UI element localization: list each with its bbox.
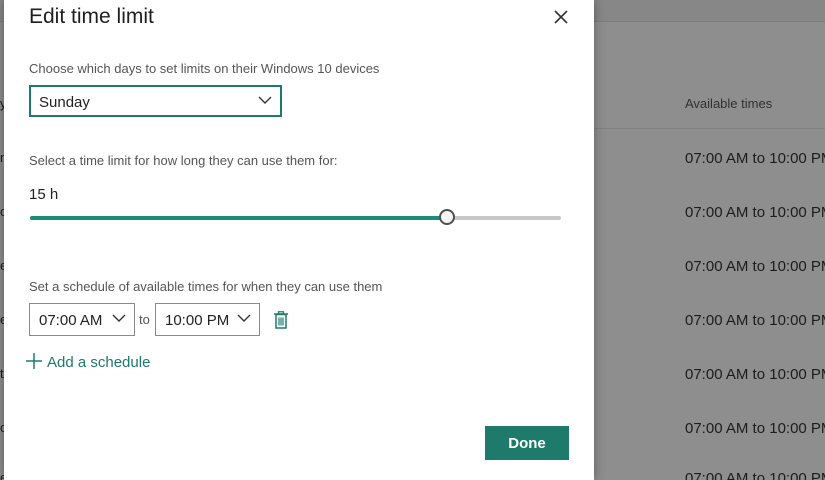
chevron-down-icon — [258, 96, 272, 104]
slider-fill — [30, 216, 448, 220]
dialog-title: Edit time limit — [29, 5, 154, 28]
trash-icon — [274, 311, 288, 329]
chevron-down-icon — [112, 314, 126, 322]
time-limit-slider[interactable] — [30, 209, 561, 225]
schedule-prompt: Set a schedule of available times for wh… — [29, 279, 383, 294]
close-icon — [554, 10, 568, 24]
schedule-to-select[interactable]: 10:00 PM — [155, 303, 260, 336]
slider-thumb[interactable] — [439, 209, 456, 225]
add-schedule-label: Add a schedule — [47, 354, 151, 371]
day-select[interactable]: Sunday — [29, 85, 282, 117]
limit-prompt: Select a time limit for how long they ca… — [29, 153, 338, 168]
delete-schedule-button[interactable] — [273, 311, 289, 329]
schedule-to-value: 10:00 PM — [165, 312, 230, 329]
schedule-from-select[interactable]: 07:00 AM — [29, 303, 135, 336]
days-prompt: Choose which days to set limits on their… — [29, 61, 380, 76]
edit-time-limit-dialog: Edit time limit Choose which days to set… — [4, 0, 594, 480]
day-select-value: Sunday — [39, 94, 90, 111]
schedule-from-value: 07:00 AM — [39, 312, 103, 329]
schedule-to-label: to — [139, 312, 150, 327]
limit-value: 15 h — [29, 186, 59, 203]
done-button[interactable]: Done — [485, 426, 569, 460]
plus-icon — [26, 353, 42, 369]
chevron-down-icon — [237, 314, 251, 322]
close-button[interactable] — [550, 6, 572, 28]
